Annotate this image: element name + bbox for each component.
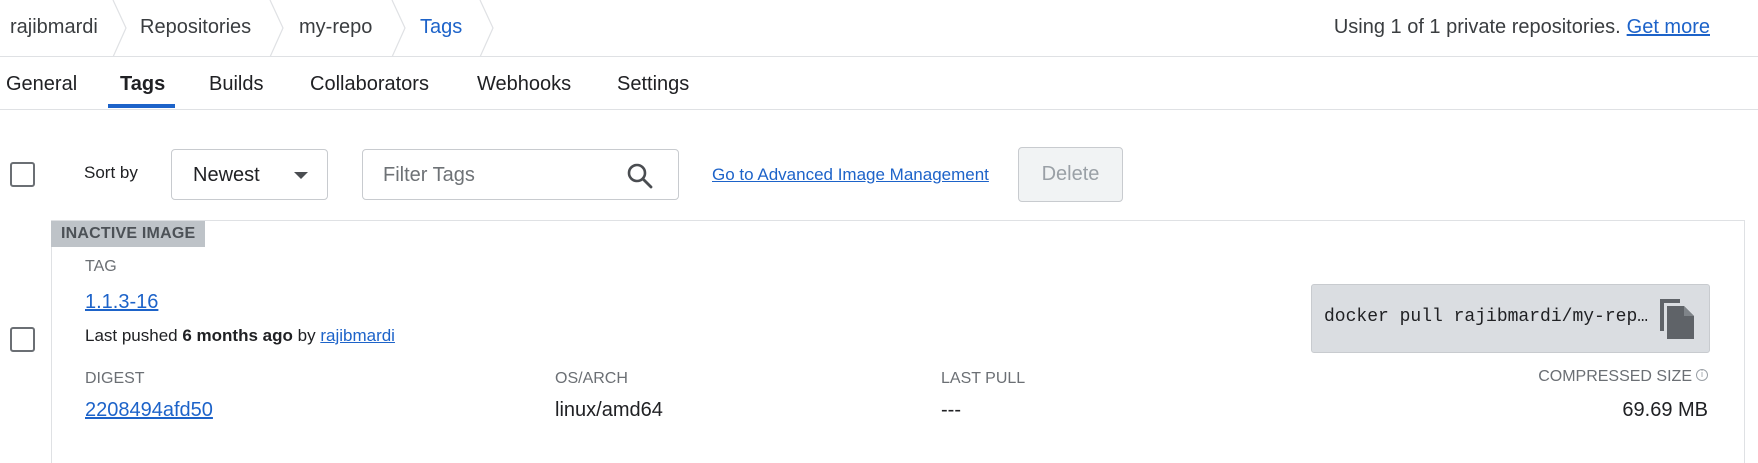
status-badge: INACTIVE IMAGE [51,221,206,247]
breadcrumb-separator-icon [112,0,127,57]
compressed-size-label-group: COMPRESSED SIZE i [1538,368,1708,386]
last-pushed-info: Last pushed 6 months ago by rajibmardi [85,326,395,346]
get-more-link[interactable]: Get more [1627,16,1710,38]
digest-label: DIGEST [85,370,145,387]
compressed-size-value: 69.69 MB [1622,399,1708,421]
filter-tags-field[interactable] [362,149,679,200]
tag-name-link[interactable]: 1.1.3-16 [85,291,158,314]
sort-by-label: Sort by [84,163,138,182]
breadcrumb-item-repo[interactable]: my-repo [299,0,372,56]
tab-collaborators[interactable]: Collaborators [310,57,429,109]
last-pull-label: LAST PULL [941,370,1026,387]
tab-general[interactable]: General [6,57,77,109]
breadcrumb-bar: rajibmardi Repositories my-repo Tags Usi… [0,0,1758,57]
pushed-by-user-link[interactable]: rajibmardi [320,326,395,345]
pushed-by-word: by [297,326,316,345]
compressed-size-label: COMPRESSED SIZE [1538,368,1692,385]
os-arch-value: linux/amd64 [555,399,663,421]
breadcrumb-item-tags: Tags [420,16,463,38]
chevron-down-icon [294,172,308,179]
os-arch-label: OS/ARCH [555,370,628,387]
docker-pull-command: docker pull rajibmardi/my-repo:1.1.3-16 [1311,284,1710,353]
tab-builds[interactable]: Builds [209,57,263,109]
info-icon[interactable]: i [1696,369,1708,381]
pushed-prefix: Last pushed [85,326,178,345]
tag-label: TAG [85,258,117,275]
sort-select[interactable]: Newest [171,149,328,200]
usage-text: Using 1 of 1 private repositories. [1333,16,1621,38]
repo-tabs: General Tags Builds Collaborators Webhoo… [0,57,1758,110]
copy-icon[interactable] [1656,297,1698,341]
last-pull-value: --- [941,399,961,421]
breadcrumb-separator-icon [479,0,494,57]
tab-settings[interactable]: Settings [617,57,689,109]
advanced-image-management-link[interactable]: Go to Advanced Image Management [712,165,989,185]
filter-tags-input[interactable] [383,162,613,188]
pull-command-text: docker pull rajibmardi/my-repo:1.1.3-16 [1324,307,1654,327]
breadcrumb-item-repositories[interactable]: Repositories [140,0,251,56]
select-all-checkbox[interactable] [10,162,35,187]
usage-notice: Using 1 of 1 private repositories. Get mo… [1334,0,1710,56]
search-icon[interactable] [626,162,654,190]
pushed-time: 6 months ago [182,326,293,345]
tab-webhooks[interactable]: Webhooks [477,57,571,109]
breadcrumb-separator-icon [391,0,406,57]
digest-link[interactable]: 2208494afd50 [85,399,213,422]
breadcrumb-item-namespace[interactable]: rajibmardi [10,0,98,56]
delete-button[interactable]: Delete [1018,147,1123,202]
sort-select-value: Newest [193,164,260,186]
breadcrumb-separator-icon [269,0,284,57]
tab-tags[interactable]: Tags [120,57,165,109]
active-tab-indicator [108,104,175,108]
tag-row-checkbox[interactable] [10,327,35,352]
